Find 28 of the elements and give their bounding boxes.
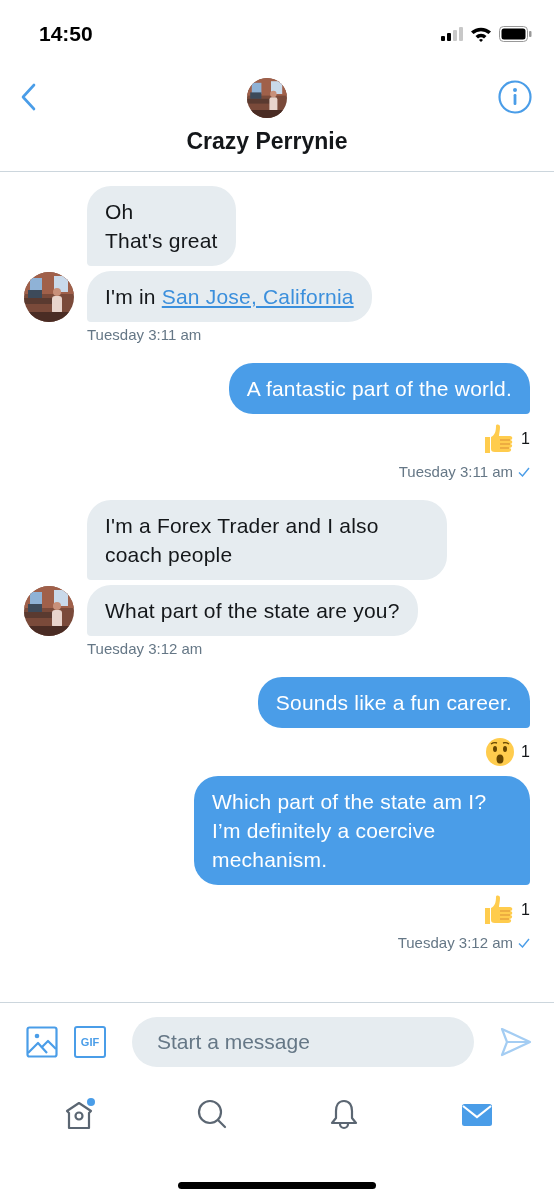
message-bubble: Oh That's great — [87, 186, 236, 266]
back-icon[interactable] — [20, 83, 36, 111]
message-field[interactable]: Start a message — [132, 1016, 474, 1067]
location-link[interactable]: San Jose, California — [161, 285, 354, 308]
contact-name: Crazy Perrynie — [186, 128, 348, 155]
signal-icon — [441, 27, 463, 41]
send-icon[interactable] — [500, 1026, 532, 1057]
status-time: 14:50 — [39, 22, 93, 46]
timestamp: Tuesday 3:11 am — [87, 326, 202, 343]
gif-button[interactable]: GIF — [74, 1025, 106, 1058]
home-icon[interactable] — [63, 1098, 98, 1132]
message-bubble: A fantastic part of the world. — [228, 363, 530, 414]
message-bubble: I'm a Forex Trader and I also coach people — [87, 500, 447, 580]
timestamp: Tuesday 3:11 am — [398, 463, 513, 480]
message-bubble: Sounds like a fun career. — [257, 677, 530, 728]
timestamp: Tuesday 3:12 am — [397, 934, 513, 951]
reaction-count: 1 — [521, 901, 530, 919]
message-bubble: I'm in San Jose, California — [87, 271, 372, 322]
timestamp: Tuesday 3:12 am — [87, 640, 203, 657]
image-icon[interactable] — [26, 1025, 58, 1058]
reaction-count: 1 — [521, 430, 530, 448]
message-bubble: What part of the state are you? — [87, 585, 418, 636]
surprised-face-icon — [485, 737, 516, 767]
message-bubble: Which part of the state am I? I’m definitely a coercive mechanism. — [194, 776, 530, 885]
battery-icon — [499, 26, 532, 42]
reaction-count: 1 — [521, 743, 530, 761]
info-icon[interactable] — [498, 80, 532, 114]
wifi-icon — [470, 26, 492, 42]
